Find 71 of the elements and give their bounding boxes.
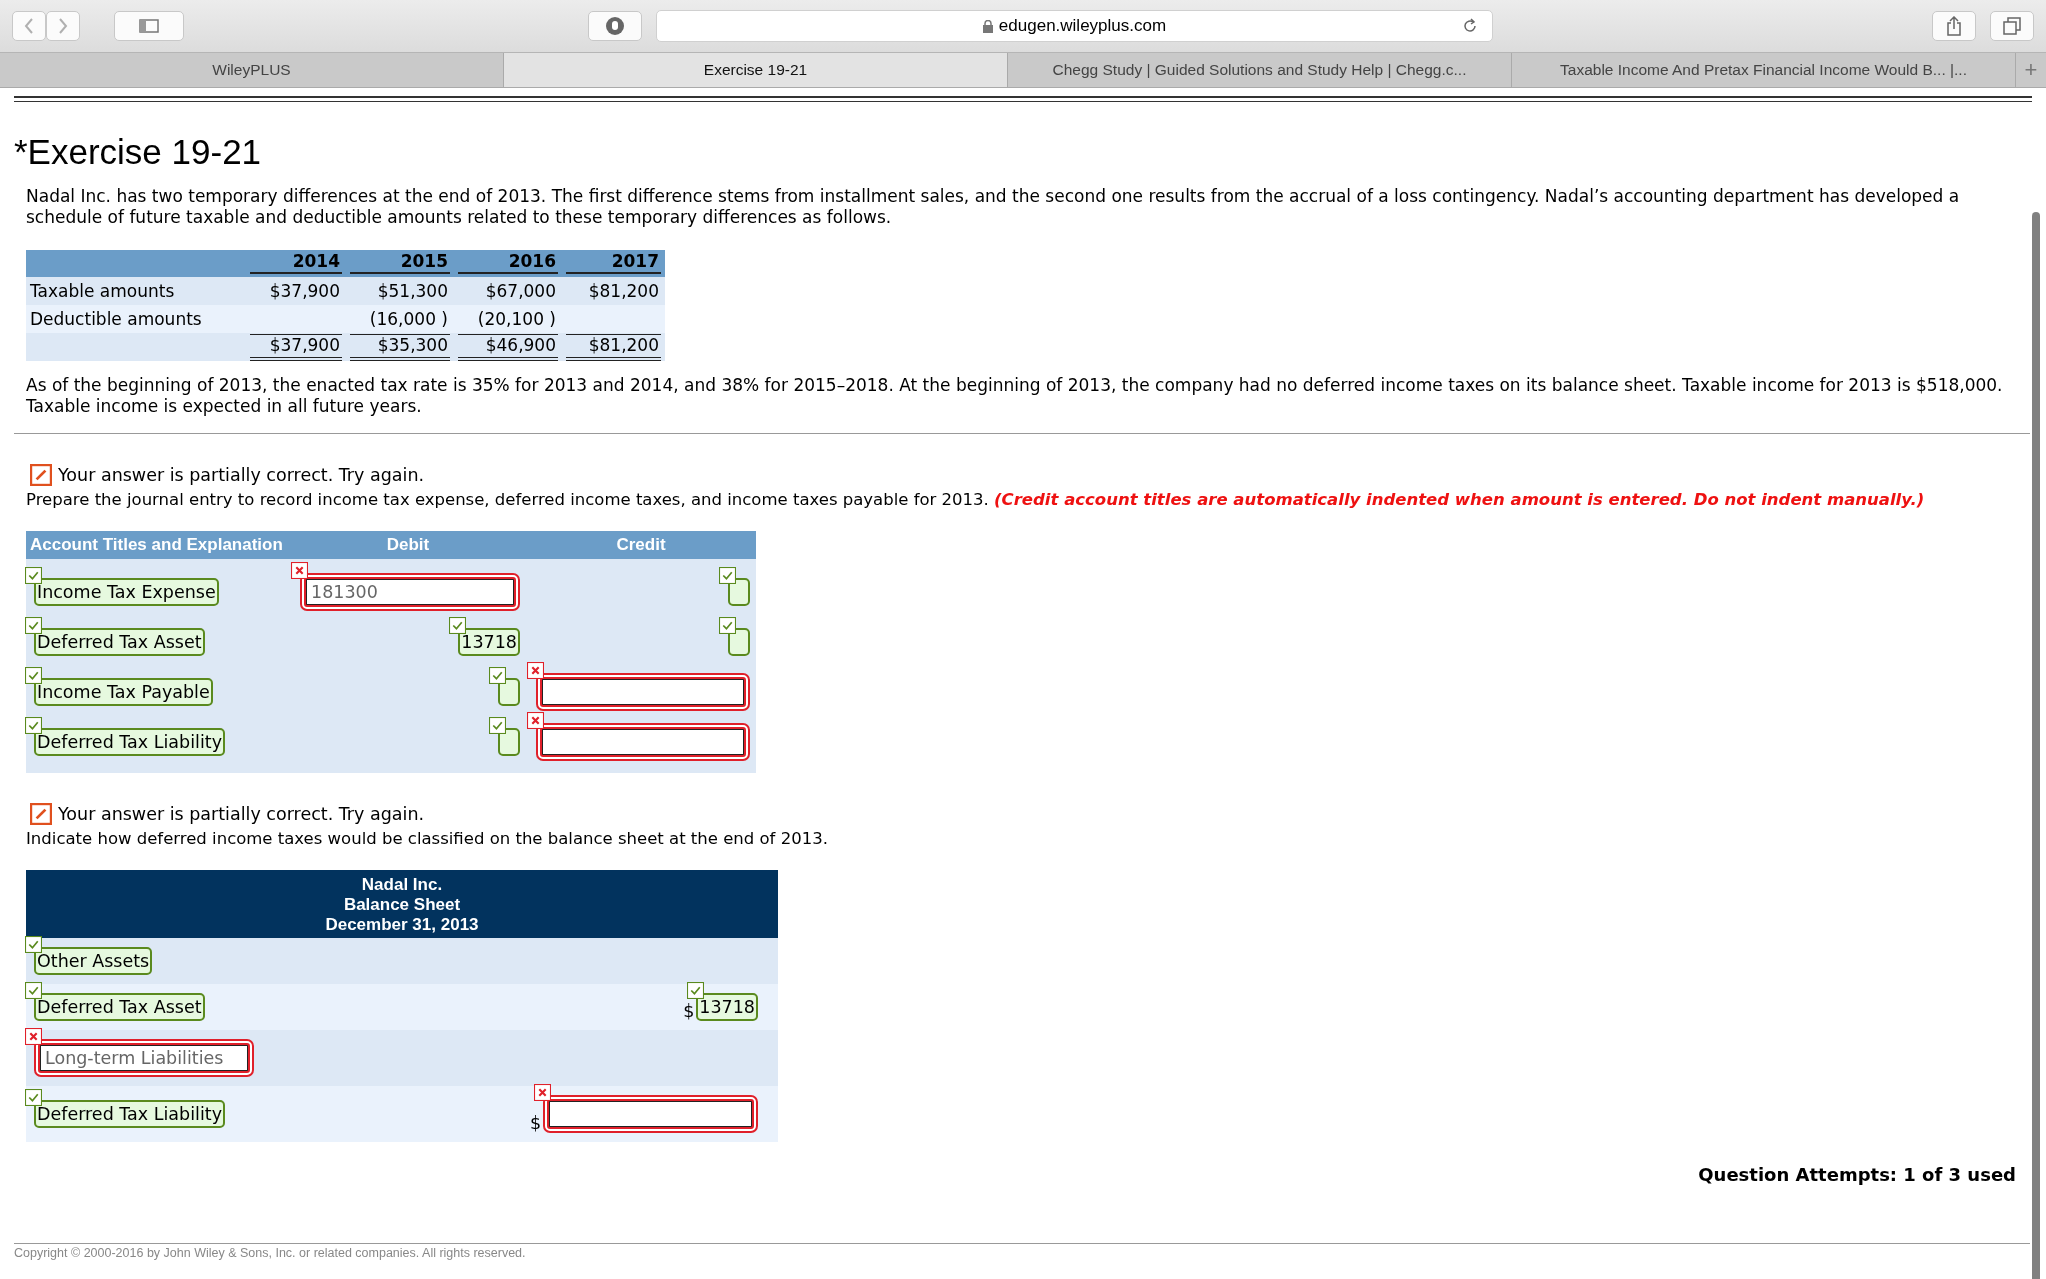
- instruction-text: Indicate how deferred income taxes would be classified on the balance sheet at the end of 2013.: [26, 829, 829, 848]
- note-paragraph: As of the beginning of 2013, the enacted tax rate is 35% for 2013 and 2014, and 38% for 2015–2018. At the beginning of 2013, the company had no deferred income taxes on its balance sheet. Taxable income for 2013 is $518,000. Taxable income is expected in all future years.: [26, 375, 2004, 417]
- table-cell: $81,200: [588, 334, 659, 355]
- table-cell: (20,100 ): [477, 309, 556, 329]
- balance-sheet-heading: December 31, 2013: [325, 915, 479, 935]
- amount-field[interactable]: 13718: [696, 993, 758, 1021]
- column-header: Debit: [385, 535, 431, 555]
- sidebar-icon: [139, 19, 159, 33]
- table-cell: $67,000: [485, 281, 556, 301]
- table-cell: $81,200: [588, 281, 659, 301]
- scrollbar[interactable]: [2032, 212, 2040, 1279]
- table-cell: $46,900: [485, 334, 556, 355]
- feedback-message: Your answer is partially correct. Try again.: [58, 465, 425, 485]
- account-field[interactable]: Deferred Tax Liability: [34, 728, 225, 756]
- browser-tab[interactable]: Exercise 19-21: [504, 53, 1008, 87]
- browser-tab[interactable]: Chegg Study | Guided Solutions and Study Help | Chegg.c...: [1008, 53, 1512, 87]
- currency-sign: $: [683, 1001, 695, 1021]
- column-header: 2014: [250, 250, 342, 274]
- column-header: Account Titles and Explanation: [29, 535, 284, 555]
- row-label: Deductible amounts: [29, 309, 203, 329]
- exercise-title: *Exercise 19-21: [14, 132, 263, 172]
- share-icon: [1946, 16, 1962, 36]
- shield-icon: [605, 16, 625, 36]
- browser-tab[interactable]: Taxable Income And Pretax Financial Income Would B... |...: [1512, 53, 2016, 87]
- reload-icon[interactable]: [1462, 18, 1478, 34]
- amount-field[interactable]: [536, 673, 750, 711]
- column-header: 2015: [350, 250, 450, 274]
- column-header: Credit: [615, 535, 667, 555]
- amount-field[interactable]: [498, 728, 520, 756]
- lock-icon: [982, 19, 993, 33]
- privacy-button[interactable]: [588, 11, 642, 41]
- account-field[interactable]: Income Tax Expense: [34, 578, 219, 606]
- account-field[interactable]: Long-term Liabilities: [34, 1039, 254, 1077]
- account-field[interactable]: Other Assets: [34, 947, 153, 975]
- amount-field[interactable]: [728, 628, 750, 656]
- amount-field[interactable]: [536, 723, 750, 761]
- column-header: 2016: [458, 250, 558, 274]
- copyright-text: Copyright © 2000-2016 by John Wiley & Sons, Inc. or related companies. All rights reserved.: [14, 1246, 526, 1260]
- feedback-message: Your answer is partially correct. Try again.: [58, 804, 425, 824]
- intro-paragraph: Nadal Inc. has two temporary differences at the end of 2013. The first difference stems from installment sales, and the second one results from the accrual of a loss contingency. Nadal’s accounting department has developed a schedule of future taxable and deductible amounts related to these temporary differences as follows.: [26, 186, 1961, 228]
- column-header: 2017: [566, 250, 661, 274]
- table-cell: $37,900: [269, 334, 340, 355]
- balance-sheet-heading: Nadal Inc.: [361, 875, 443, 895]
- chevron-left-icon: [24, 18, 34, 34]
- account-field[interactable]: Deferred Tax Asset: [34, 628, 205, 656]
- table-cell: $35,300: [377, 334, 448, 355]
- table-cell: (16,000 ): [369, 309, 448, 329]
- table-cell: $51,300: [377, 281, 448, 301]
- url-text: edugen.wileyplus.com: [998, 16, 1167, 36]
- account-field[interactable]: Deferred Tax Liability: [34, 1100, 225, 1128]
- tabs-icon: [2003, 17, 2021, 35]
- pencil-icon: [30, 464, 52, 486]
- chevron-right-icon: [58, 18, 68, 34]
- table-cell: $37,900: [269, 281, 340, 301]
- share-button[interactable]: [1932, 11, 1976, 41]
- instruction-text: Prepare the journal entry to record income tax expense, deferred income taxes, and income taxes payable for 2013. (Credit account titles are automatically indented when amount is entered. Do not indent manually.): [26, 490, 1926, 509]
- attempts-counter: Question Attempts: 1 of 3 used: [1697, 1164, 2016, 1185]
- account-field[interactable]: Deferred Tax Asset: [34, 993, 205, 1021]
- amount-field[interactable]: [728, 578, 750, 606]
- row-label: Taxable amounts: [29, 281, 176, 301]
- amount-field[interactable]: [543, 1095, 758, 1133]
- pencil-icon: [30, 803, 52, 825]
- currency-sign: $: [530, 1113, 542, 1133]
- amount-field[interactable]: 13718: [458, 628, 520, 656]
- address-bar[interactable]: edugen.wileyplus.com: [656, 10, 1493, 42]
- sidebar-button[interactable]: [114, 11, 184, 41]
- balance-sheet-heading: Balance Sheet: [343, 895, 461, 915]
- tabs-overview-button[interactable]: [1990, 11, 2034, 41]
- account-field[interactable]: Income Tax Payable: [34, 678, 213, 706]
- amount-field[interactable]: [498, 678, 520, 706]
- amount-field[interactable]: 181300: [300, 573, 520, 611]
